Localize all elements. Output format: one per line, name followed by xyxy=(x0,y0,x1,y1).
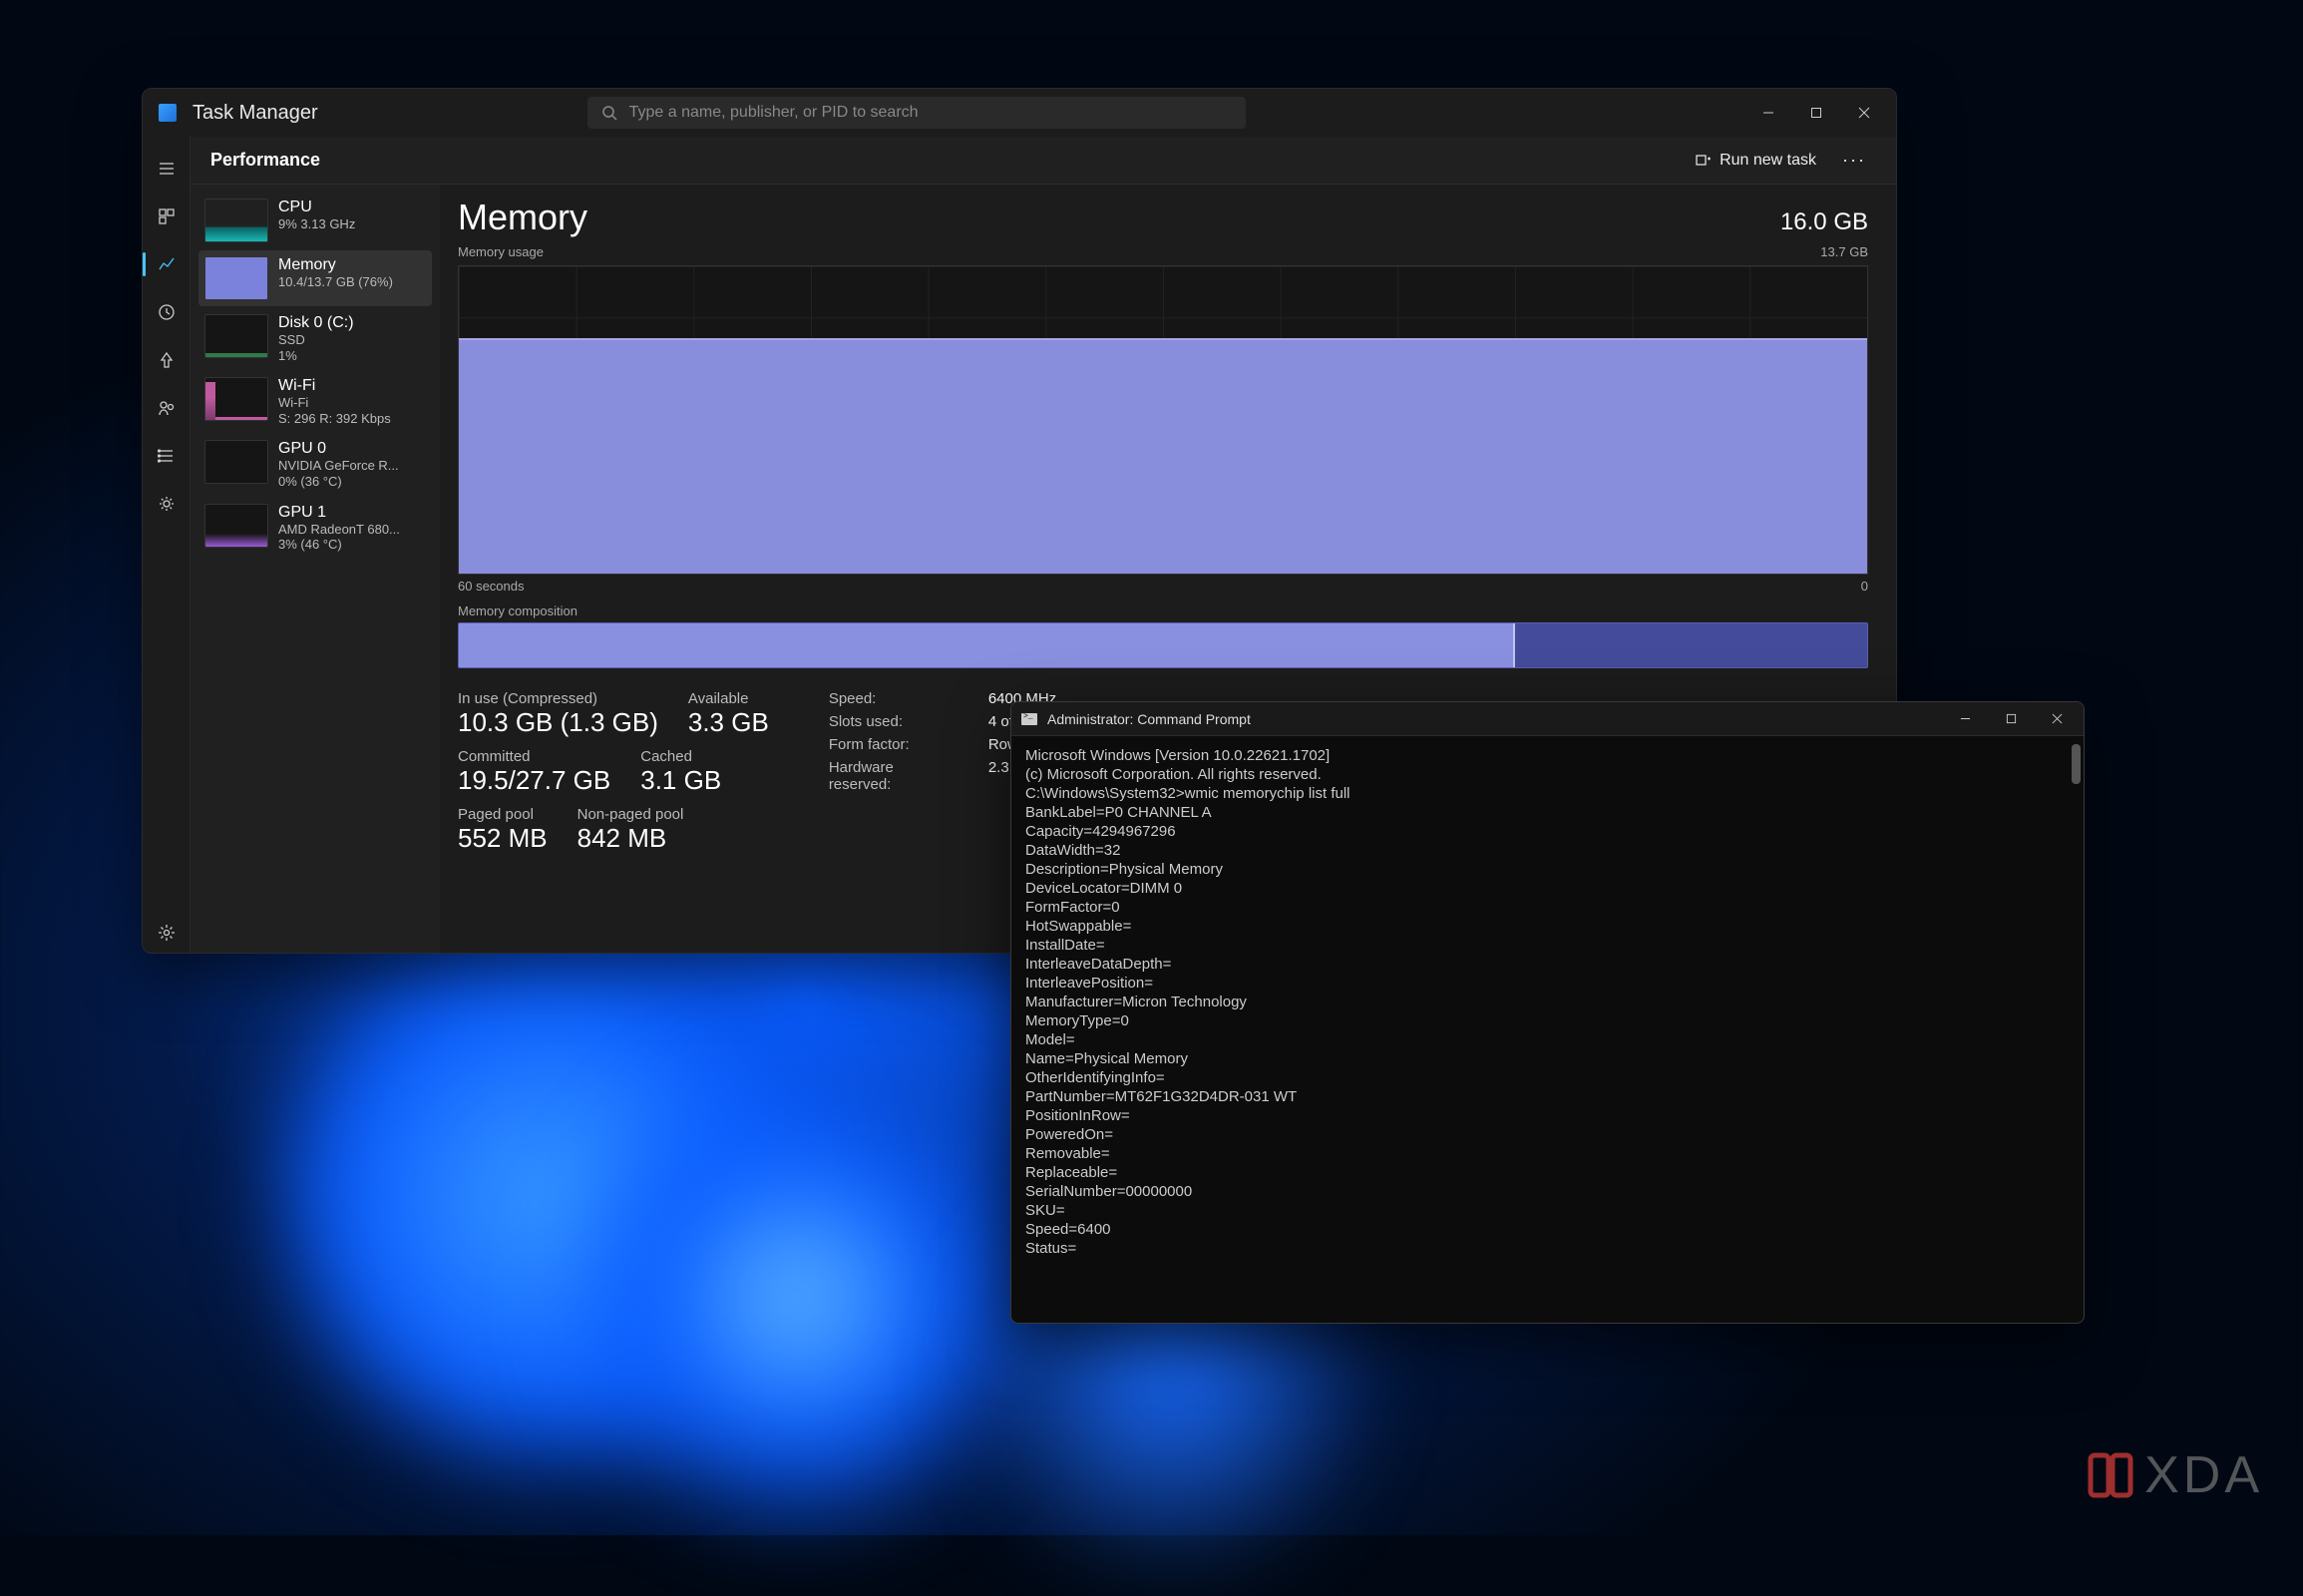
app-icon xyxy=(159,104,177,122)
usage-max: 13.7 GB xyxy=(1820,244,1868,259)
cmd-line: Manufacturer=Micron Technology xyxy=(1025,993,2070,1011)
icon-sidebar xyxy=(143,137,191,953)
minimize-button[interactable] xyxy=(1744,93,1792,133)
perf-item-disk[interactable]: Disk 0 (C:)SSD 1% xyxy=(198,308,432,369)
disk-thumbnail xyxy=(204,314,268,358)
cmd-line: Removable= xyxy=(1025,1144,2070,1163)
run-new-task-button[interactable]: Run new task xyxy=(1686,146,1826,176)
cmd-line: PoweredOn= xyxy=(1025,1125,2070,1144)
cmd-line: SKU= xyxy=(1025,1201,2070,1220)
cmd-line: InterleavePosition= xyxy=(1025,974,2070,993)
cmd-line: Replaceable= xyxy=(1025,1163,2070,1182)
cmd-maximize-button[interactable] xyxy=(1988,704,2034,734)
cpu-thumbnail xyxy=(204,199,268,242)
cmd-minimize-button[interactable] xyxy=(1942,704,1988,734)
memory-composition-bar xyxy=(458,622,1868,668)
perf-item-gpu0[interactable]: GPU 0NVIDIA GeForce R... 0% (36 °C) xyxy=(198,434,432,495)
gpu1-thumbnail xyxy=(204,504,268,548)
window-title: Task Manager xyxy=(192,102,318,125)
composition-label: Memory composition xyxy=(458,603,1868,618)
perf-item-memory[interactable]: Memory10.4/13.7 GB (76%) xyxy=(198,250,432,306)
cmd-line: InterleaveDataDepth= xyxy=(1025,955,2070,974)
cmd-line: Model= xyxy=(1025,1030,2070,1049)
page-title: Performance xyxy=(210,150,320,171)
close-button[interactable] xyxy=(1840,93,1888,133)
search-box[interactable]: Type a name, publisher, or PID to search xyxy=(587,97,1246,129)
gpu0-thumbnail xyxy=(204,440,268,484)
perf-item-cpu[interactable]: CPU9% 3.13 GHz xyxy=(198,193,432,248)
settings-icon[interactable] xyxy=(147,913,187,953)
cmd-line: C:\Windows\System32>wmic memorychip list… xyxy=(1025,784,2070,803)
memory-total: 16.0 GB xyxy=(1780,208,1868,236)
page-header: Performance Run new task ··· xyxy=(191,137,1896,185)
cmd-line: PositionInRow= xyxy=(1025,1106,2070,1125)
more-options-button[interactable]: ··· xyxy=(1832,144,1876,177)
cmd-line: (c) Microsoft Corporation. All rights re… xyxy=(1025,765,2070,784)
detail-title: Memory xyxy=(458,197,587,238)
cmd-line: Capacity=4294967296 xyxy=(1025,822,2070,841)
memory-thumbnail xyxy=(204,256,268,300)
nav-details[interactable] xyxy=(147,436,187,476)
scrollbar-thumb[interactable] xyxy=(2072,744,2081,784)
search-icon xyxy=(601,105,617,121)
cmd-line: Speed=6400 xyxy=(1025,1220,2070,1239)
cmd-line: Name=Physical Memory xyxy=(1025,1049,2070,1068)
cmd-title: Administrator: Command Prompt xyxy=(1047,711,1251,727)
command-prompt-window: Administrator: Command Prompt Microsoft … xyxy=(1010,701,2085,1324)
perf-item-gpu1[interactable]: GPU 1AMD RadeonT 680... 3% (46 °C) xyxy=(198,498,432,559)
cmd-line: FormFactor=0 xyxy=(1025,898,2070,917)
titlebar[interactable]: Task Manager Type a name, publisher, or … xyxy=(143,89,1896,137)
cmd-line: OtherIdentifyingInfo= xyxy=(1025,1068,2070,1087)
perf-item-wifi[interactable]: Wi-FiWi-Fi S: 296 R: 392 Kbps xyxy=(198,371,432,432)
run-task-icon xyxy=(1696,153,1712,169)
search-placeholder: Type a name, publisher, or PID to search xyxy=(629,104,919,122)
maximize-button[interactable] xyxy=(1792,93,1840,133)
performance-sidebar: CPU9% 3.13 GHz Memory10.4/13.7 GB (76%) … xyxy=(191,185,440,953)
cmd-line: Status= xyxy=(1025,1239,2070,1258)
cmd-line: InstallDate= xyxy=(1025,936,2070,955)
memory-usage-chart xyxy=(458,265,1868,575)
cmd-line: DataWidth=32 xyxy=(1025,841,2070,860)
cmd-line: DeviceLocator=DIMM 0 xyxy=(1025,879,2070,898)
usage-label: Memory usage xyxy=(458,244,544,259)
nav-app-history[interactable] xyxy=(147,292,187,332)
cmd-line: MemoryType=0 xyxy=(1025,1011,2070,1030)
 xyxy=(2085,1449,2136,1501)
cmd-line: Description=Physical Memory xyxy=(1025,860,2070,879)
cmd-line: Microsoft Windows [Version 10.0.22621.17… xyxy=(1025,746,2070,765)
hamburger-icon[interactable] xyxy=(147,149,187,189)
cmd-output[interactable]: Microsoft Windows [Version 10.0.22621.17… xyxy=(1011,736,2084,1323)
wifi-thumbnail xyxy=(204,377,268,421)
cmd-icon xyxy=(1021,713,1037,725)
nav-users[interactable] xyxy=(147,388,187,428)
cmd-titlebar[interactable]: Administrator: Command Prompt xyxy=(1011,702,2084,736)
nav-processes[interactable] xyxy=(147,197,187,236)
cmd-line: HotSwappable= xyxy=(1025,917,2070,936)
cmd-line: PartNumber=MT62F1G32D4DR-031 WT xyxy=(1025,1087,2070,1106)
nav-startup[interactable] xyxy=(147,340,187,380)
nav-services[interactable] xyxy=(147,484,187,524)
nav-performance[interactable] xyxy=(147,244,187,284)
cmd-line: BankLabel=P0 CHANNEL A xyxy=(1025,803,2070,822)
cmd-line: SerialNumber=00000000 xyxy=(1025,1182,2070,1201)
xda-watermark: XDA xyxy=(2085,1445,2263,1505)
cmd-close-button[interactable] xyxy=(2034,704,2080,734)
